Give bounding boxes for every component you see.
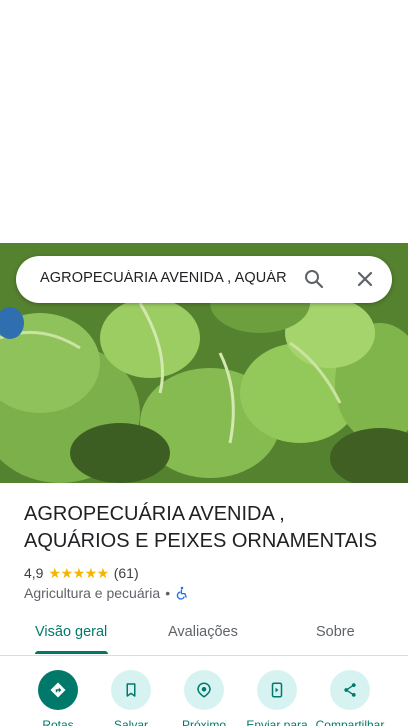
bookmark-icon xyxy=(126,683,136,697)
action-buttons: Rotas Salvar Próximo Enviar para Compart… xyxy=(0,668,408,726)
nearby-icon xyxy=(197,682,211,698)
map-area xyxy=(0,0,408,243)
tab-bar: Visão geral Avaliações Sobre xyxy=(0,614,408,656)
nearby-button[interactable]: Próximo xyxy=(166,668,242,726)
send-to-phone-label: Enviar para xyxy=(246,718,308,726)
star-rating: ★★★★★ xyxy=(48,564,109,581)
nearby-label: Próximo xyxy=(181,718,226,726)
save-label: Salvar xyxy=(113,718,148,726)
send-to-phone-button[interactable]: Enviar para xyxy=(239,668,315,726)
wheelchair-accessible-icon xyxy=(176,586,187,600)
directions-icon xyxy=(50,682,66,698)
directions-button[interactable]: Rotas xyxy=(20,668,96,726)
separator-dot: • xyxy=(165,585,171,601)
rating-row[interactable]: 4,9 ★★★★★ (61) xyxy=(24,564,139,582)
category-row: Agricultura e pecuária • xyxy=(24,584,189,602)
save-button[interactable]: Salvar xyxy=(93,668,169,726)
tab-reviews[interactable]: Avaliações xyxy=(168,624,238,640)
rating-value: 4,9 xyxy=(24,565,44,581)
share-button[interactable]: Compartilhar xyxy=(312,668,388,726)
directions-label: Rotas xyxy=(42,718,74,726)
send-to-phone-icon xyxy=(271,682,283,698)
share-label: Compartilhar xyxy=(315,718,385,726)
tab-overview[interactable]: Visão geral xyxy=(35,624,107,640)
place-title: AGROPECUÁRIA AVENIDA , AQUÁRIOS E PEIXES… xyxy=(24,503,378,552)
tab-about[interactable]: Sobre xyxy=(316,624,355,640)
close-icon[interactable] xyxy=(353,267,377,291)
search-input[interactable]: AGROPECUÁRIA AVENIDA , AQUÁRIOS E PEIXES… xyxy=(40,270,286,286)
place-category: Agricultura e pecuária xyxy=(24,585,161,601)
review-count[interactable]: (61) xyxy=(114,565,139,581)
active-tab-indicator xyxy=(35,651,108,654)
share-icon xyxy=(344,683,356,697)
search-icon[interactable] xyxy=(302,267,326,291)
search-bar[interactable]: AGROPECUÁRIA AVENIDA , AQUÁRIOS E PEIXES… xyxy=(16,256,392,303)
